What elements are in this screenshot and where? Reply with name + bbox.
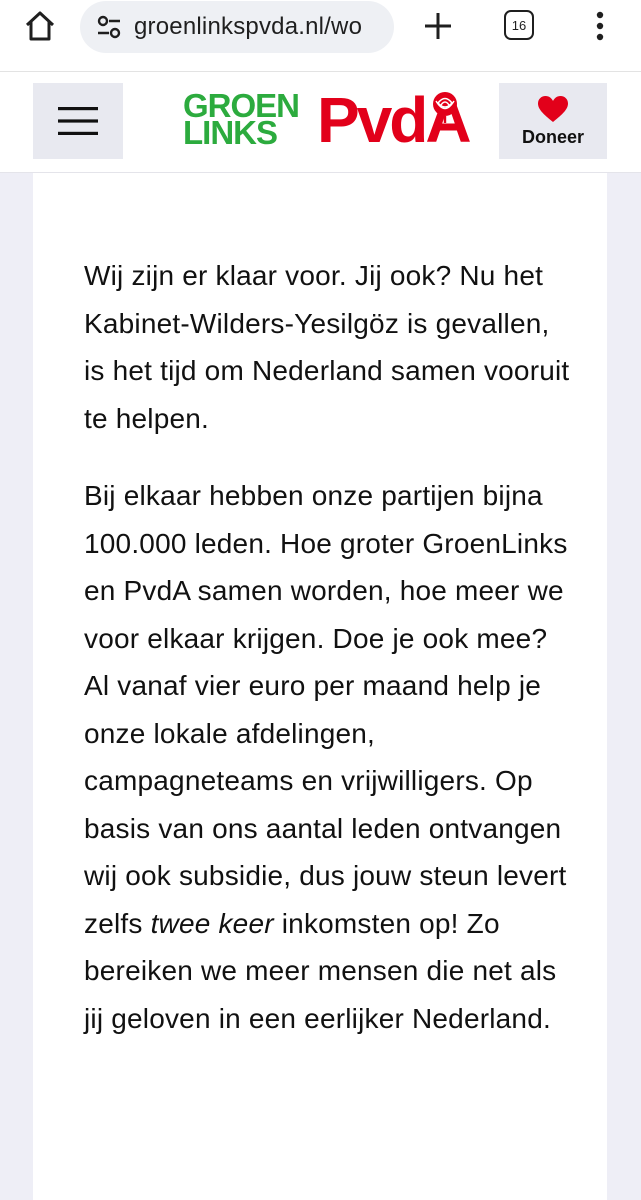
browser-toolbar: groenlinkspvda.nl/wo 16 [0, 0, 641, 72]
logo-groenlinks: GROEN LINKS [183, 87, 300, 151]
home-icon[interactable] [22, 8, 58, 44]
site-logo[interactable]: GROEN LINKS PvdA [183, 87, 472, 158]
heart-icon [538, 95, 568, 122]
url-text[interactable]: groenlinkspvda.nl/wo [134, 13, 362, 41]
site-header: GROEN LINKS PvdA Doneer [0, 72, 641, 173]
content-card: Wij zijn er klaar voor. Jij ook? Nu het … [33, 173, 607, 1200]
donate-label: Doneer [521, 126, 584, 147]
site-settings-icon[interactable] [96, 14, 122, 40]
tab-switcher-icon[interactable]: 16 [504, 10, 534, 40]
tab-count: 16 [511, 17, 527, 33]
emphasis-text: twee keer [150, 907, 274, 939]
menu-button[interactable] [33, 83, 123, 159]
hamburger-icon [58, 107, 98, 135]
address-bar[interactable]: groenlinkspvda.nl/wo [80, 1, 394, 53]
intro-paragraph: Wij zijn er klaar voor. Jij ook? Nu het … [84, 260, 570, 434]
more-vert-icon[interactable] [588, 8, 612, 44]
rose-icon [433, 92, 457, 123]
donate-button[interactable]: Doneer [499, 83, 607, 159]
membership-paragraph: Bij elkaar hebben onze partijen bijna 10… [84, 480, 568, 1034]
new-tab-icon[interactable] [420, 8, 456, 44]
